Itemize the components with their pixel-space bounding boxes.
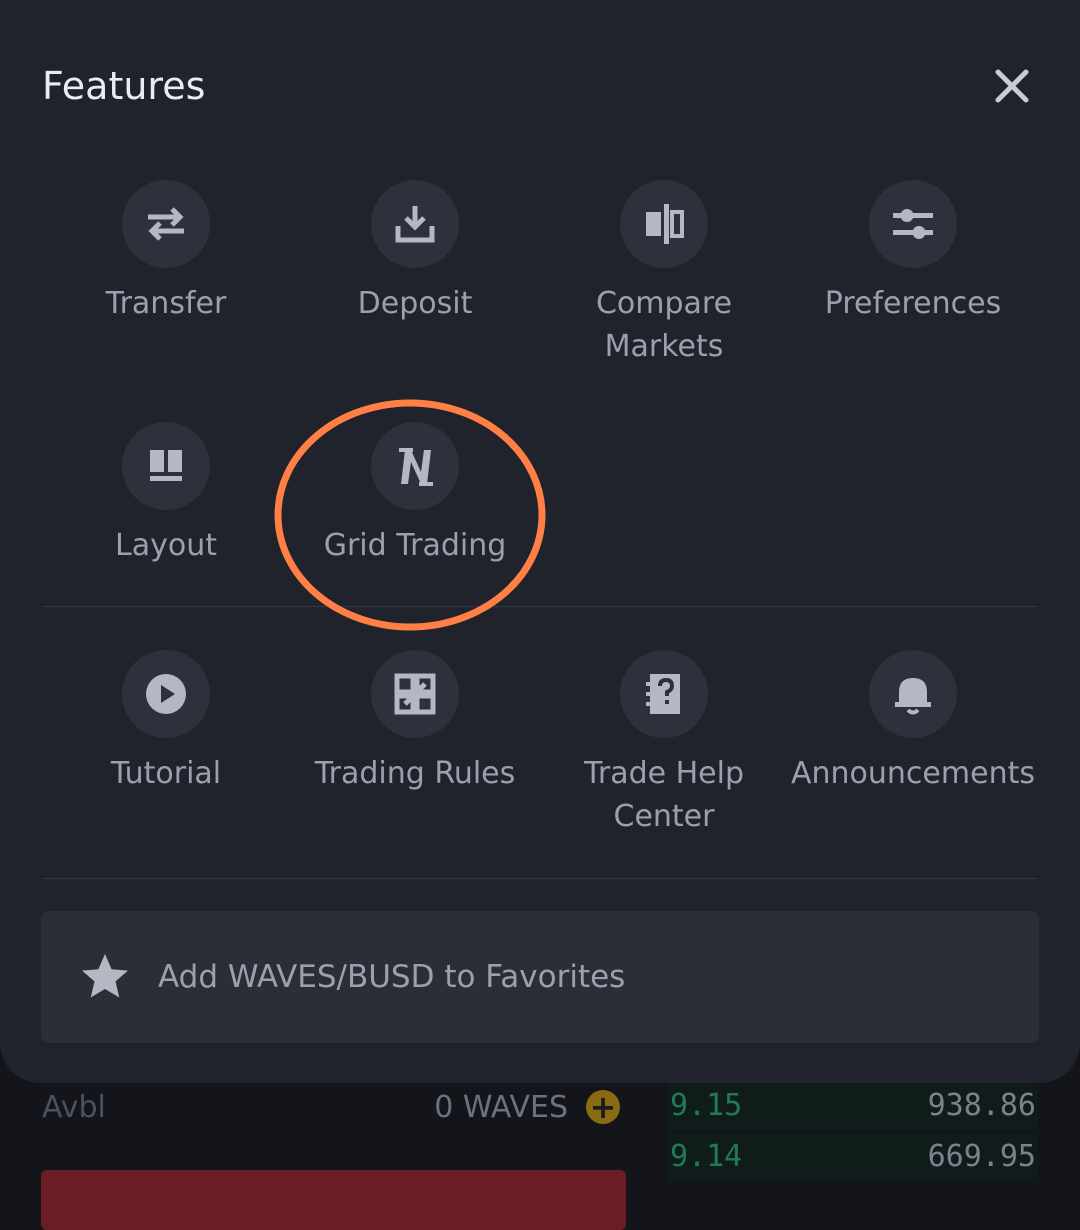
feature-icon-circle — [122, 422, 210, 510]
feature-label: Trade Help Center — [583, 756, 745, 834]
layout-icon — [150, 450, 182, 481]
feature-icon-circle — [371, 422, 459, 510]
rules-icon — [394, 673, 436, 715]
features-sheet: Features Transfer Deposit Compare Market… — [0, 0, 1080, 1083]
add-funds-plus-icon[interactable]: + — [586, 1090, 620, 1124]
feature-label: Compare Markets — [595, 286, 733, 364]
feature-label: Transfer — [105, 286, 227, 321]
available-label: Avbl — [42, 1090, 106, 1125]
orderbook-price[interactable]: 9.14 — [670, 1139, 742, 1174]
star-icon — [82, 954, 128, 998]
section-divider — [42, 878, 1038, 879]
close-icon[interactable] — [990, 64, 1034, 108]
feature-label: Tutorial — [110, 756, 222, 791]
feature-label: Preferences — [824, 286, 1002, 321]
section-divider — [42, 606, 1038, 607]
feature-layout[interactable]: Layout — [41, 422, 291, 567]
feature-grid-trading[interactable]: Grid Trading — [290, 422, 540, 567]
feature-trade-help-center[interactable]: Trade Help Center — [539, 650, 789, 838]
feature-icon-circle — [869, 650, 957, 738]
compare-icon — [646, 204, 684, 244]
feature-icon-circle — [371, 180, 459, 268]
feature-label: Layout — [115, 528, 217, 563]
feature-icon-circle — [620, 650, 708, 738]
feature-deposit[interactable]: Deposit — [290, 180, 540, 325]
feature-trading-rules[interactable]: Trading Rules — [290, 650, 540, 795]
sell-button[interactable] — [41, 1170, 626, 1230]
help-book-icon — [646, 674, 680, 714]
feature-icon-circle — [869, 180, 957, 268]
feature-icon-circle — [122, 180, 210, 268]
add-to-favorites-button[interactable]: Add WAVES/BUSD to Favorites — [41, 911, 1039, 1043]
available-value: 0 WAVES — [434, 1090, 568, 1125]
bell-icon — [895, 678, 931, 715]
orderbook-quantity: 938.86 — [927, 1088, 1036, 1123]
sheet-title: Features — [42, 64, 206, 108]
feature-icon-circle — [371, 650, 459, 738]
sliders-icon — [893, 209, 933, 239]
play-icon — [146, 674, 186, 714]
feature-icon-circle — [122, 650, 210, 738]
feature-label: Announcements — [791, 756, 1035, 791]
orderbook-quantity: 669.95 — [927, 1139, 1036, 1174]
feature-transfer[interactable]: Transfer — [41, 180, 291, 325]
feature-compare-markets[interactable]: Compare Markets — [539, 180, 789, 368]
favorites-label: Add WAVES/BUSD to Favorites — [158, 959, 626, 995]
feature-label: Deposit — [357, 286, 473, 321]
feature-icon-circle — [620, 180, 708, 268]
feature-tutorial[interactable]: Tutorial — [41, 650, 291, 795]
feature-preferences[interactable]: Preferences — [788, 180, 1038, 325]
download-icon — [395, 206, 435, 243]
grid-trading-icon — [399, 448, 433, 486]
orderbook-price[interactable]: 9.15 — [670, 1088, 742, 1123]
feature-label: Grid Trading — [323, 528, 507, 563]
transfer-arrows-icon — [148, 207, 184, 241]
feature-label: Trading Rules — [314, 756, 516, 791]
feature-announcements[interactable]: Announcements — [788, 650, 1038, 795]
